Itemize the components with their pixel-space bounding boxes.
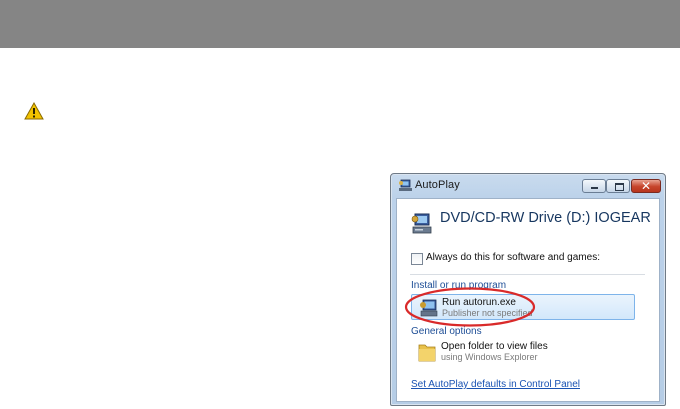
run-autorun-label: Run autorun.exe — [442, 297, 516, 308]
autoplay-dialog: AutoPlay ✕ DVD/CD-RW Drive (D:) IOGEAR A… — [390, 173, 666, 406]
open-folder-label: Open folder to view files — [441, 341, 548, 352]
always-do-this-label[interactable]: Always do this for software and games: — [426, 252, 600, 263]
minimize-icon — [591, 187, 598, 189]
title-bar[interactable]: AutoPlay ✕ — [391, 174, 665, 198]
open-folder-subtitle: using Windows Explorer — [441, 352, 538, 362]
header-bar — [0, 0, 680, 48]
maximize-button[interactable] — [606, 179, 630, 193]
control-panel-link[interactable]: Set AutoPlay defaults in Control Panel — [411, 379, 580, 390]
open-folder-option[interactable]: Open folder to view files using Windows … — [411, 338, 635, 368]
close-button[interactable]: ✕ — [631, 179, 661, 193]
autorun-program-icon — [420, 299, 438, 317]
minimize-button[interactable] — [582, 179, 606, 193]
general-options-heading: General options — [411, 326, 482, 337]
dialog-content: DVD/CD-RW Drive (D:) IOGEAR Always do th… — [396, 198, 660, 402]
window-title: AutoPlay — [415, 179, 460, 191]
maximize-icon — [615, 183, 624, 191]
folder-icon — [418, 344, 436, 362]
always-do-this-checkbox[interactable] — [411, 253, 423, 265]
drive-title: DVD/CD-RW Drive (D:) IOGEAR — [440, 210, 651, 226]
drive-icon — [411, 213, 432, 234]
run-autorun-option[interactable]: Run autorun.exe Publisher not specified — [411, 294, 635, 320]
divider — [410, 274, 645, 275]
warning-icon — [24, 102, 44, 120]
autoplay-icon — [399, 179, 412, 191]
close-icon: ✕ — [641, 179, 652, 193]
publisher-label: Publisher not specified — [442, 308, 533, 318]
install-section-heading: Install or run program — [411, 280, 507, 291]
